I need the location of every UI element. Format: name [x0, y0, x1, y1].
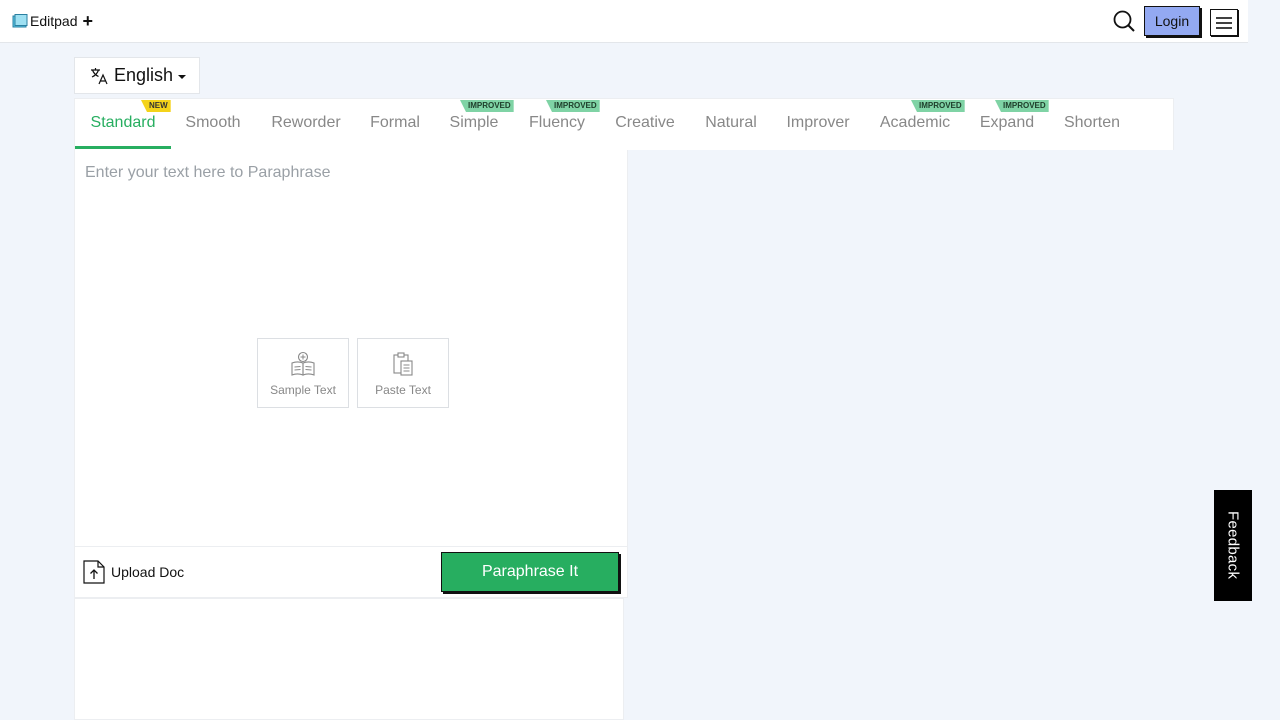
logo-plus: + [82, 11, 93, 31]
mode-label: Improver [786, 114, 850, 131]
logo-text: Editpad [30, 13, 78, 29]
sample-text-button[interactable]: Sample Text [257, 338, 349, 408]
login-button[interactable]: Login [1144, 6, 1200, 36]
upload-file-icon [83, 560, 105, 584]
mode-label: Fluency [528, 114, 586, 131]
mode-label: Expand [979, 114, 1035, 131]
mode-label: Smooth [185, 114, 241, 131]
mode-label: Natural [705, 114, 757, 131]
hamburger-icon [1216, 16, 1232, 29]
paste-text-button[interactable]: Paste Text [357, 338, 449, 408]
improved-badge: IMPROVED [911, 100, 965, 112]
clipboard-icon [393, 352, 413, 376]
mode-label: Creative [615, 114, 675, 131]
search-icon[interactable] [1113, 10, 1135, 32]
paraphrase-it-button[interactable]: Paraphrase It [441, 552, 619, 592]
top-header: Editpad + Login [0, 0, 1248, 43]
language-selector[interactable]: English [74, 57, 200, 94]
paraphrase-text-input[interactable] [85, 164, 615, 524]
input-editor-panel: Sample Text Paste Text [74, 150, 628, 547]
mode-label: Standard [90, 114, 156, 131]
mode-label: Simple [449, 114, 499, 131]
mode-tab-shorten[interactable]: Shorten [1063, 99, 1121, 149]
improved-badge: IMPROVED [460, 100, 514, 112]
paste-text-label: Paste Text [375, 383, 431, 397]
mode-label: Academic [879, 114, 951, 131]
mode-tab-improver[interactable]: Improver [785, 99, 851, 149]
paraphrase-modes-bar: Standard NEW Smooth Reworder Formal Simp… [74, 98, 1174, 150]
mode-label: Shorten [1063, 114, 1121, 131]
feedback-label: Feedback [1224, 511, 1242, 580]
mode-tab-reworder[interactable]: Reworder [270, 99, 342, 149]
output-panel [74, 598, 624, 720]
editor-action-bar: Upload Doc Paraphrase It [74, 546, 628, 598]
mode-label: Formal [370, 114, 420, 131]
improved-badge: IMPROVED [995, 100, 1049, 112]
mode-tab-formal[interactable]: Formal [369, 99, 421, 149]
language-label: English [114, 65, 174, 85]
mode-tab-natural[interactable]: Natural [703, 99, 759, 149]
upload-doc-button[interactable]: Upload Doc [83, 560, 184, 584]
mode-tab-smooth[interactable]: Smooth [185, 99, 241, 149]
improved-badge: IMPROVED [546, 100, 600, 112]
feedback-tab[interactable]: Feedback [1214, 490, 1252, 601]
logo-icon [12, 14, 28, 28]
mode-label: Reworder [271, 114, 341, 131]
editpad-logo[interactable]: Editpad + [12, 12, 93, 30]
hamburger-menu-button[interactable] [1210, 9, 1238, 36]
mode-tab-creative[interactable]: Creative [614, 99, 676, 149]
book-plus-icon [291, 351, 315, 376]
chevron-down-icon [178, 74, 187, 79]
sample-text-label: Sample Text [270, 383, 336, 397]
translate-icon [91, 67, 108, 84]
upload-doc-label: Upload Doc [111, 564, 185, 580]
